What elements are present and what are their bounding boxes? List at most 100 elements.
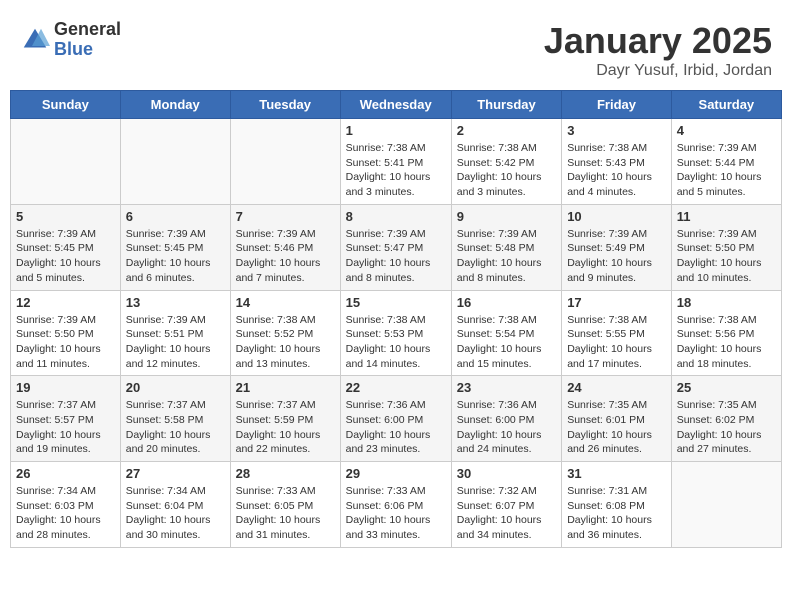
day-number: 13 (126, 295, 225, 310)
calendar-cell: 19 Sunrise: 7:37 AM Sunset: 5:57 PM Dayli… (11, 376, 121, 462)
day-info: Sunrise: 7:36 AM Sunset: 6:00 PM Dayligh… (346, 398, 446, 457)
weekday-header-thursday: Thursday (451, 91, 561, 119)
day-number: 31 (567, 466, 666, 481)
day-info: Sunrise: 7:33 AM Sunset: 6:06 PM Dayligh… (346, 484, 446, 543)
day-info: Sunrise: 7:38 AM Sunset: 5:41 PM Dayligh… (346, 141, 446, 200)
location: Dayr Yusuf, Irbid, Jordan (544, 62, 772, 80)
calendar-cell: 11 Sunrise: 7:39 AM Sunset: 5:50 PM Dayli… (671, 204, 781, 290)
day-info: Sunrise: 7:35 AM Sunset: 6:02 PM Dayligh… (677, 398, 776, 457)
weekday-header-saturday: Saturday (671, 91, 781, 119)
calendar-cell (230, 119, 340, 205)
day-number: 14 (236, 295, 335, 310)
day-info: Sunrise: 7:38 AM Sunset: 5:43 PM Dayligh… (567, 141, 666, 200)
calendar-cell: 28 Sunrise: 7:33 AM Sunset: 6:05 PM Dayli… (230, 462, 340, 548)
calendar-cell: 27 Sunrise: 7:34 AM Sunset: 6:04 PM Dayli… (120, 462, 230, 548)
logo-general-text: General (54, 20, 121, 40)
calendar-cell: 13 Sunrise: 7:39 AM Sunset: 5:51 PM Dayli… (120, 290, 230, 376)
logo: General Blue (20, 20, 121, 60)
day-info: Sunrise: 7:39 AM Sunset: 5:50 PM Dayligh… (677, 227, 776, 286)
day-info: Sunrise: 7:39 AM Sunset: 5:45 PM Dayligh… (16, 227, 115, 286)
day-number: 2 (457, 123, 556, 138)
day-info: Sunrise: 7:38 AM Sunset: 5:54 PM Dayligh… (457, 313, 556, 372)
calendar-cell: 31 Sunrise: 7:31 AM Sunset: 6:08 PM Dayli… (562, 462, 672, 548)
calendar-cell: 17Sunrise: 7:38 AM Sunset: 5:55 PM Dayli… (562, 290, 672, 376)
day-info: Sunrise: 7:38 AM Sunset: 5:53 PM Dayligh… (346, 313, 446, 372)
day-number: 10 (567, 209, 666, 224)
calendar-cell: 10 Sunrise: 7:39 AM Sunset: 5:49 PM Dayli… (562, 204, 672, 290)
calendar-cell: 30Sunrise: 7:32 AM Sunset: 6:07 PM Dayli… (451, 462, 561, 548)
logo-blue-text: Blue (54, 40, 121, 60)
weekday-header-monday: Monday (120, 91, 230, 119)
calendar-cell: 14Sunrise: 7:38 AM Sunset: 5:52 PM Dayli… (230, 290, 340, 376)
logo-text: General Blue (54, 20, 121, 60)
day-info: Sunrise: 7:38 AM Sunset: 5:42 PM Dayligh… (457, 141, 556, 200)
day-number: 30 (457, 466, 556, 481)
weekday-header-tuesday: Tuesday (230, 91, 340, 119)
day-number: 19 (16, 380, 115, 395)
day-number: 29 (346, 466, 446, 481)
calendar-week-1: 1 Sunrise: 7:38 AM Sunset: 5:41 PM Daylig… (11, 119, 782, 205)
calendar-week-2: 5 Sunrise: 7:39 AM Sunset: 5:45 PM Daylig… (11, 204, 782, 290)
day-info: Sunrise: 7:37 AM Sunset: 5:58 PM Dayligh… (126, 398, 225, 457)
day-number: 7 (236, 209, 335, 224)
day-number: 11 (677, 209, 776, 224)
day-number: 28 (236, 466, 335, 481)
day-info: Sunrise: 7:39 AM Sunset: 5:51 PM Dayligh… (126, 313, 225, 372)
calendar-table: SundayMondayTuesdayWednesdayThursdayFrid… (10, 90, 782, 548)
day-number: 9 (457, 209, 556, 224)
day-number: 6 (126, 209, 225, 224)
calendar-cell: 9 Sunrise: 7:39 AM Sunset: 5:48 PM Daylig… (451, 204, 561, 290)
month-title: January 2025 (544, 20, 772, 62)
day-info: Sunrise: 7:39 AM Sunset: 5:47 PM Dayligh… (346, 227, 446, 286)
day-number: 22 (346, 380, 446, 395)
day-info: Sunrise: 7:33 AM Sunset: 6:05 PM Dayligh… (236, 484, 335, 543)
day-info: Sunrise: 7:39 AM Sunset: 5:50 PM Dayligh… (16, 313, 115, 372)
day-number: 25 (677, 380, 776, 395)
calendar-cell (671, 462, 781, 548)
day-number: 18 (677, 295, 776, 310)
calendar-cell: 26Sunrise: 7:34 AM Sunset: 6:03 PM Dayli… (11, 462, 121, 548)
day-number: 3 (567, 123, 666, 138)
calendar-cell: 4 Sunrise: 7:39 AM Sunset: 5:44 PM Daylig… (671, 119, 781, 205)
calendar-cell: 3 Sunrise: 7:38 AM Sunset: 5:43 PM Daylig… (562, 119, 672, 205)
day-number: 27 (126, 466, 225, 481)
day-info: Sunrise: 7:38 AM Sunset: 5:55 PM Dayligh… (567, 313, 666, 372)
day-number: 21 (236, 380, 335, 395)
calendar-cell: 21Sunrise: 7:37 AM Sunset: 5:59 PM Dayli… (230, 376, 340, 462)
calendar-cell: 22 Sunrise: 7:36 AM Sunset: 6:00 PM Dayli… (340, 376, 451, 462)
logo-icon (20, 25, 50, 55)
day-number: 26 (16, 466, 115, 481)
day-info: Sunrise: 7:34 AM Sunset: 6:04 PM Dayligh… (126, 484, 225, 543)
calendar-cell: 29 Sunrise: 7:33 AM Sunset: 6:06 PM Dayli… (340, 462, 451, 548)
day-info: Sunrise: 7:38 AM Sunset: 5:56 PM Dayligh… (677, 313, 776, 372)
day-number: 15 (346, 295, 446, 310)
day-number: 5 (16, 209, 115, 224)
day-info: Sunrise: 7:37 AM Sunset: 5:57 PM Dayligh… (16, 398, 115, 457)
weekday-header-friday: Friday (562, 91, 672, 119)
day-info: Sunrise: 7:39 AM Sunset: 5:46 PM Dayligh… (236, 227, 335, 286)
day-number: 20 (126, 380, 225, 395)
calendar-cell: 18 Sunrise: 7:38 AM Sunset: 5:56 PM Dayli… (671, 290, 781, 376)
day-info: Sunrise: 7:31 AM Sunset: 6:08 PM Dayligh… (567, 484, 666, 543)
weekday-header-row: SundayMondayTuesdayWednesdayThursdayFrid… (11, 91, 782, 119)
calendar-cell: 25 Sunrise: 7:35 AM Sunset: 6:02 PM Dayli… (671, 376, 781, 462)
calendar-cell: 16 Sunrise: 7:38 AM Sunset: 5:54 PM Dayli… (451, 290, 561, 376)
day-number: 16 (457, 295, 556, 310)
day-info: Sunrise: 7:39 AM Sunset: 5:49 PM Dayligh… (567, 227, 666, 286)
day-info: Sunrise: 7:35 AM Sunset: 6:01 PM Dayligh… (567, 398, 666, 457)
calendar-week-4: 19 Sunrise: 7:37 AM Sunset: 5:57 PM Dayli… (11, 376, 782, 462)
calendar-week-3: 12Sunrise: 7:39 AM Sunset: 5:50 PM Dayli… (11, 290, 782, 376)
calendar-cell: 7 Sunrise: 7:39 AM Sunset: 5:46 PM Daylig… (230, 204, 340, 290)
day-info: Sunrise: 7:39 AM Sunset: 5:45 PM Dayligh… (126, 227, 225, 286)
calendar-cell: 20 Sunrise: 7:37 AM Sunset: 5:58 PM Dayli… (120, 376, 230, 462)
day-info: Sunrise: 7:39 AM Sunset: 5:44 PM Dayligh… (677, 141, 776, 200)
calendar-week-5: 26Sunrise: 7:34 AM Sunset: 6:03 PM Dayli… (11, 462, 782, 548)
weekday-header-wednesday: Wednesday (340, 91, 451, 119)
day-info: Sunrise: 7:39 AM Sunset: 5:48 PM Dayligh… (457, 227, 556, 286)
day-number: 4 (677, 123, 776, 138)
calendar-cell: 5 Sunrise: 7:39 AM Sunset: 5:45 PM Daylig… (11, 204, 121, 290)
day-number: 1 (346, 123, 446, 138)
day-number: 23 (457, 380, 556, 395)
weekday-header-sunday: Sunday (11, 91, 121, 119)
calendar-cell: 6 Sunrise: 7:39 AM Sunset: 5:45 PM Daylig… (120, 204, 230, 290)
